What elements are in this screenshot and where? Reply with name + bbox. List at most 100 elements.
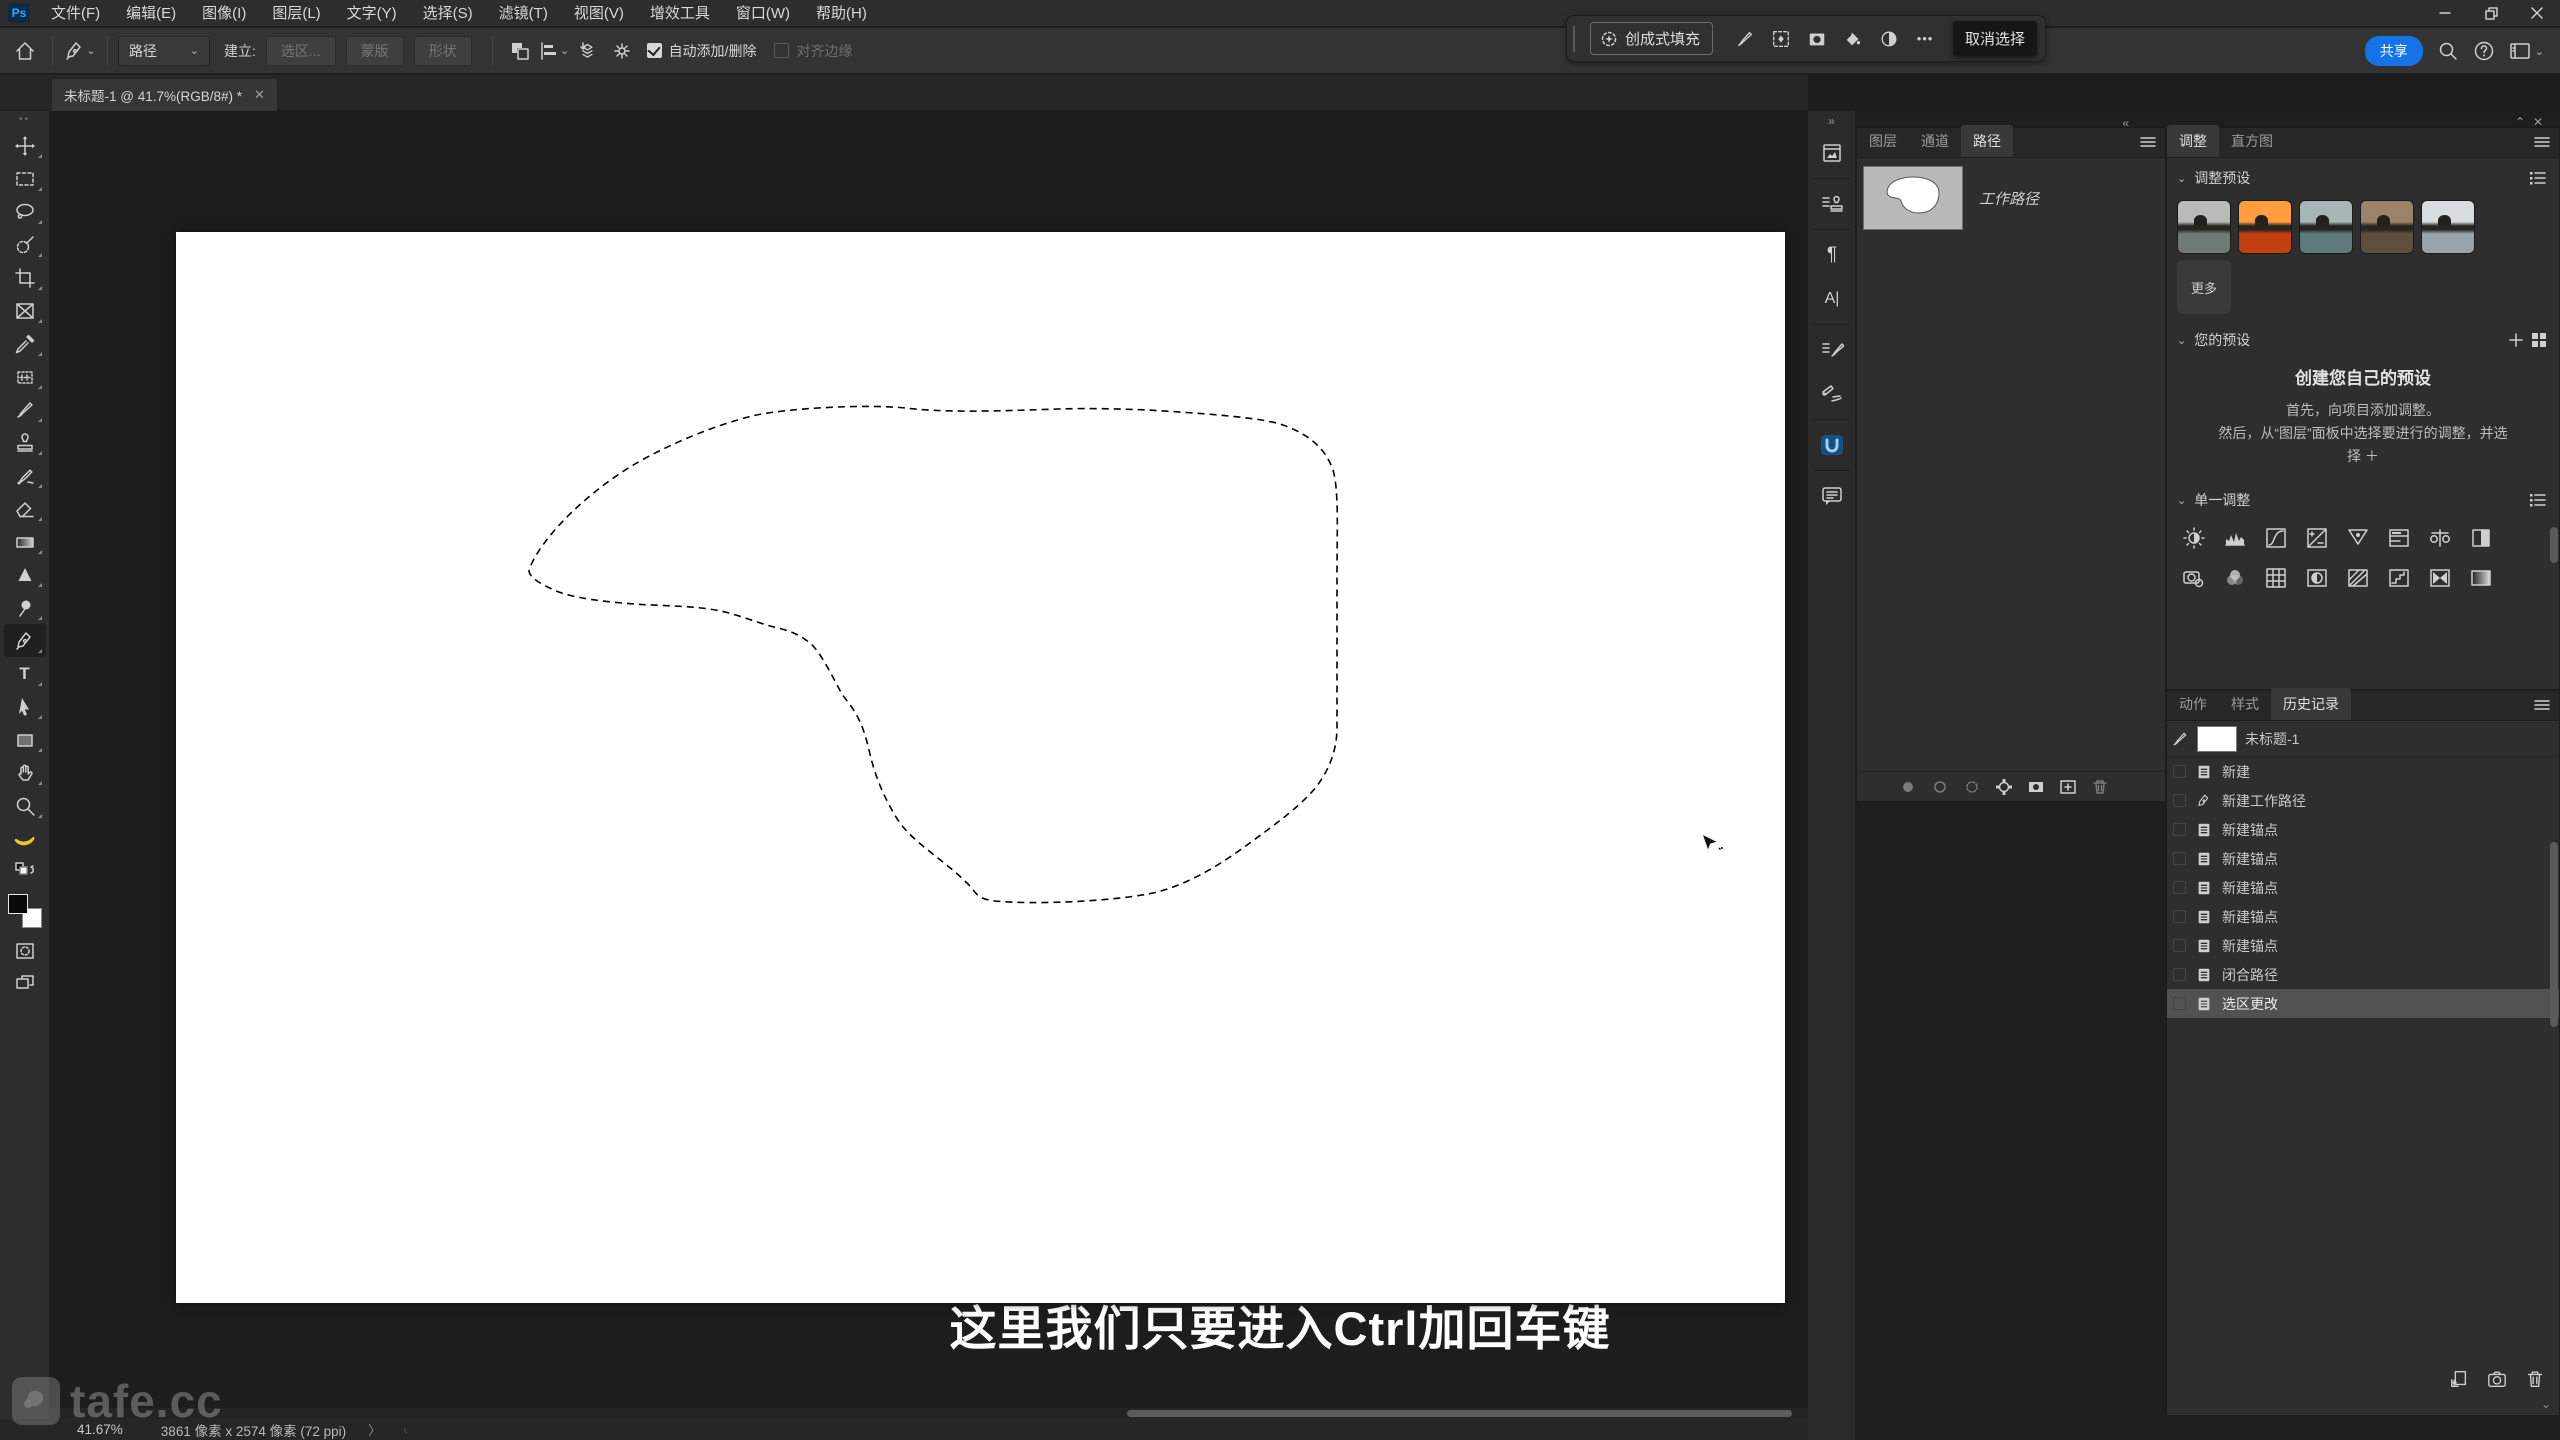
home-icon[interactable] [8, 34, 42, 68]
work-path-thumbnail[interactable] [1863, 166, 1963, 230]
zoom-tool[interactable] [4, 789, 46, 822]
frame-tool[interactable] [4, 294, 46, 327]
history-source-well[interactable] [2173, 852, 2186, 865]
status-chevron-icon[interactable]: 〉 [368, 1420, 381, 1439]
delete-state-trash-icon[interactable] [2525, 1369, 2545, 1389]
help-icon[interactable] [2473, 40, 2495, 62]
menu-window[interactable]: 窗口(W) [723, 0, 803, 27]
stroke-path-icon[interactable] [1929, 776, 1951, 798]
brush-tool[interactable] [4, 393, 46, 426]
photoshop-logo[interactable]: Ps [8, 3, 30, 23]
tab-layers[interactable]: 图层 [1857, 125, 1909, 157]
horizontal-scrollbar-thumb[interactable] [1127, 1410, 1792, 1417]
close-button[interactable] [2514, 0, 2560, 26]
tab-styles[interactable]: 样式 [2219, 688, 2271, 720]
search-icon[interactable] [2437, 40, 2459, 62]
lasso-tool[interactable] [4, 195, 46, 228]
history-entry[interactable]: 新建工作路径 [2167, 786, 2559, 815]
menu-layer[interactable]: 图层(L) [259, 0, 333, 27]
tool-mode-select[interactable]: 路径 ⌄ [118, 35, 210, 66]
new-path-icon[interactable] [2057, 776, 2079, 798]
channel-mixer-icon[interactable] [2214, 558, 2255, 598]
tab-history[interactable]: 历史记录 [2271, 688, 2351, 720]
document-canvas[interactable] [176, 232, 1785, 1303]
transform-selection-icon[interactable] [1763, 22, 1799, 56]
history-entry[interactable]: 闭合路径 [2167, 960, 2559, 989]
threshold-icon[interactable] [2378, 558, 2419, 598]
history-entry[interactable]: 新建锚点 [2167, 931, 2559, 960]
history-entry[interactable]: 新建锚点 [2167, 844, 2559, 873]
expand-dock-icon[interactable]: » [1808, 111, 1855, 131]
collapse-group-icon[interactable]: « [2122, 116, 2129, 130]
close-panel-icon[interactable]: ✕ [2533, 115, 2543, 129]
history-source-well[interactable] [2173, 881, 2186, 894]
panel-bottom-chevron-icon[interactable]: ⌄ [2541, 1397, 2551, 1411]
menu-plugins[interactable]: 增效工具 [637, 0, 723, 27]
restore-button[interactable] [2468, 0, 2514, 26]
delete-path-icon[interactable] [2089, 776, 2111, 798]
tab-actions[interactable]: 动作 [2167, 688, 2219, 720]
menu-type[interactable]: 文字(Y) [334, 0, 410, 27]
brush-settings-panel-icon[interactable] [1808, 328, 1856, 372]
generative-fill-button[interactable]: 创成式填充 [1590, 22, 1714, 55]
minimize-button[interactable] [2422, 0, 2468, 26]
new-document-from-state-icon[interactable] [2449, 1369, 2469, 1389]
color-lookup-icon[interactable] [2255, 558, 2296, 598]
menu-image[interactable]: 图像(I) [189, 0, 259, 27]
load-path-as-selection-icon[interactable] [1961, 776, 1983, 798]
grid-view-icon[interactable] [2531, 332, 2547, 348]
menu-file[interactable]: 文件(F) [38, 0, 113, 27]
align-edges-checkbox[interactable]: 对齐边缘 [774, 41, 852, 61]
exposure-icon[interactable] [2296, 518, 2337, 558]
fill-path-icon[interactable] [1897, 776, 1919, 798]
checkbox-unchecked-icon[interactable] [774, 43, 790, 58]
preset-thumbnail-5[interactable] [2421, 200, 2475, 254]
path-arrangement-icon[interactable] [571, 34, 605, 68]
history-source-well[interactable] [2173, 765, 2186, 778]
hand-tool[interactable] [4, 756, 46, 789]
auto-add-delete-checkbox[interactable]: 自动添加/删除 [646, 41, 756, 61]
more-presets-button[interactable]: 更多 [2177, 260, 2231, 314]
gradient-tool[interactable] [4, 525, 46, 558]
history-source-well[interactable] [2173, 823, 2186, 836]
preset-thumbnail-3[interactable] [2299, 200, 2353, 254]
history-entry[interactable]: 新建锚点 [2167, 902, 2559, 931]
toolbar-grip-icon[interactable]: •• [19, 115, 30, 129]
levels-icon[interactable] [2214, 518, 2255, 558]
move-tool[interactable] [4, 129, 46, 162]
color-swatches[interactable] [7, 894, 42, 928]
history-brush-source-icon[interactable] [2171, 730, 2189, 748]
character-panel-icon[interactable]: A| [1808, 277, 1856, 321]
photo-filter-icon[interactable] [2173, 558, 2214, 598]
collapse-panel-icon[interactable]: ⌃ [2515, 115, 2525, 129]
menu-select[interactable]: 选择(S) [410, 0, 486, 27]
clone-source-panel-icon[interactable] [1808, 182, 1856, 226]
eraser-tool[interactable] [4, 492, 46, 525]
tab-channels[interactable]: 通道 [1909, 125, 1961, 157]
selective-color-icon[interactable] [2419, 558, 2460, 598]
history-source-well[interactable] [2173, 968, 2186, 981]
make-selection-button[interactable]: 选区... [265, 35, 336, 66]
menu-edit[interactable]: 编辑(E) [113, 0, 189, 27]
brush-action-icon[interactable] [1727, 22, 1763, 56]
crop-tool[interactable] [4, 261, 46, 294]
dodge-burn-tool[interactable] [4, 591, 46, 624]
tab-paths[interactable]: 路径 [1961, 125, 2013, 157]
eyedropper-tool[interactable] [4, 327, 46, 360]
panel-menu-icon[interactable] [2139, 135, 2157, 149]
color-balance-icon[interactable] [2419, 518, 2460, 558]
black-white-icon[interactable] [2460, 518, 2501, 558]
pen-tool[interactable] [3, 624, 46, 657]
brushes-panel-icon[interactable] [1808, 372, 1856, 416]
swap-colors-icon[interactable] [4, 855, 46, 888]
foreground-color-swatch[interactable] [7, 894, 28, 914]
make-mask-button[interactable]: 蒙版 [345, 35, 404, 66]
your-presets-header[interactable]: ⌄ 您的预设 [2167, 320, 2559, 356]
gradient-map-icon[interactable] [2460, 558, 2501, 598]
paragraph-panel-icon[interactable]: ¶ [1808, 233, 1856, 277]
path-operations-icon[interactable] [503, 34, 537, 68]
add-preset-icon[interactable] [2509, 333, 2523, 347]
checkbox-checked-icon[interactable] [646, 43, 662, 58]
history-entry-selected[interactable]: 选区更改 [2167, 989, 2559, 1018]
more-options-icon[interactable]: ••• [1907, 22, 1943, 56]
